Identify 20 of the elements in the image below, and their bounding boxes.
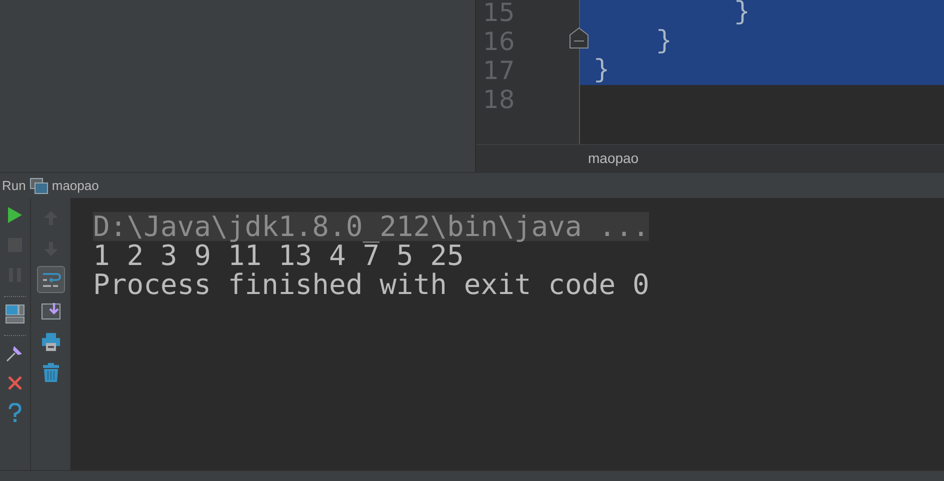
layout-icon[interactable] [5, 304, 25, 324]
trash-icon[interactable] [42, 362, 60, 382]
breadcrumb[interactable]: maopao [588, 148, 639, 169]
pin-icon[interactable] [5, 343, 25, 363]
window-icon [30, 178, 48, 194]
scroll-to-end-icon[interactable] [40, 302, 60, 320]
code-text: } [594, 55, 610, 85]
console-line: Process finished with exit code 0 [93, 270, 650, 299]
printer-icon[interactable] [40, 332, 60, 352]
panel-title: Run [2, 176, 26, 195]
help-icon[interactable] [8, 403, 22, 423]
code-text: } [733, 0, 750, 27]
toggle-button[interactable] [36, 266, 64, 293]
run-config-tab[interactable]: maopao [52, 176, 99, 196]
code-text: } [655, 26, 672, 56]
close-icon[interactable] [7, 375, 23, 391]
soft-wrap-icon[interactable] [40, 270, 60, 288]
console-line: 1 2 3 9 11 13 4 7 5 25 [93, 241, 464, 270]
fold-icon[interactable] [569, 27, 589, 49]
run-icon[interactable] [7, 206, 23, 224]
